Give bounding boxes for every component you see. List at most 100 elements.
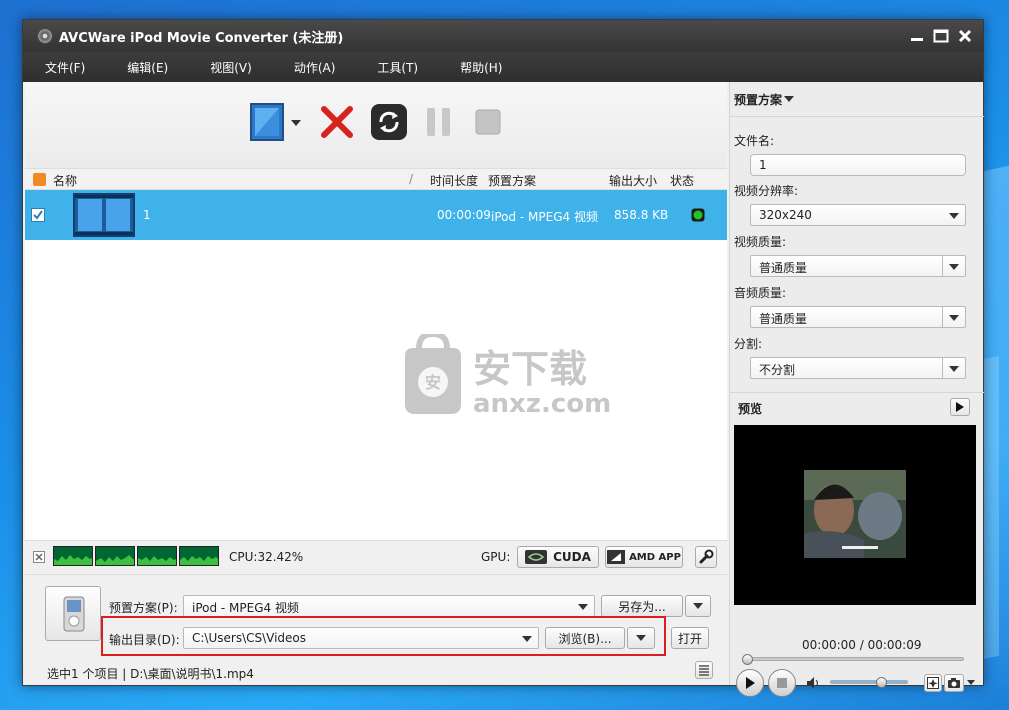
convert-icon	[371, 104, 407, 140]
table-row[interactable]: 1 00:00:09 iPod - MPEG4 视频 858.8 KB	[25, 190, 727, 240]
delete-icon	[321, 106, 353, 138]
cuda-button[interactable]: CUDA	[517, 546, 599, 568]
volume-icon[interactable]	[806, 676, 822, 690]
play-arrow-icon	[956, 402, 964, 412]
snapshot-settings-button[interactable]	[924, 674, 942, 692]
menu-view[interactable]: 视图(V)	[189, 59, 273, 76]
cpu-graph-1	[53, 546, 93, 566]
menu-bar: 文件(F) 编辑(E) 视图(V) 动作(A) 工具(T) 帮助(H)	[23, 52, 983, 82]
save-as-dropdown[interactable]	[685, 595, 711, 617]
gpu-label: GPU:	[481, 550, 511, 564]
menu-file[interactable]: 文件(F)	[23, 59, 106, 76]
filename-input[interactable]: 1	[750, 154, 966, 176]
chevron-down-icon	[949, 213, 959, 219]
chevron-down-icon[interactable]	[967, 680, 975, 686]
menu-help[interactable]: 帮助(H)	[439, 59, 523, 76]
select-all-checkbox[interactable]	[33, 173, 46, 186]
watermark-cn: 安下载	[473, 347, 587, 391]
snapshot-button[interactable]	[944, 674, 964, 692]
panel-title: 预置方案	[734, 92, 783, 107]
pause-icon	[427, 108, 450, 136]
cpu-usage: CPU:32.42%	[229, 550, 304, 564]
main-pane: 名称 / 时间长度 预置方案 输出大小 状态 1 00:00:09 iPod -…	[25, 82, 727, 685]
wrench-icon	[699, 549, 714, 564]
close-icon[interactable]	[955, 26, 975, 46]
amd-label: AMD APP	[629, 551, 681, 563]
video-quality-select[interactable]: 普通质量	[750, 255, 966, 277]
seek-slider[interactable]	[746, 657, 964, 661]
column-duration[interactable]: 时间长度	[430, 172, 478, 189]
device-button[interactable]	[45, 586, 101, 641]
chevron-down-icon	[949, 366, 959, 372]
split-label: 分割:	[734, 337, 763, 351]
video-quality-value: 普通质量	[759, 261, 808, 275]
open-label: 打开	[677, 631, 702, 646]
profile-select[interactable]: iPod - MPEG4 视频	[183, 595, 595, 617]
film-reel-icon	[37, 28, 53, 44]
chevron-down-icon	[949, 315, 959, 321]
expand-preview-button[interactable]	[950, 398, 970, 416]
row-name: 1	[143, 208, 151, 222]
settings-pane: 预置方案 文件名: 1 视频分辨率: 320x240 视频质量: 普通质量 音频…	[729, 82, 984, 697]
image-star-icon	[927, 677, 939, 689]
stop-button[interactable]	[473, 102, 503, 142]
save-as-label: 另存为...	[618, 599, 666, 614]
open-button[interactable]: 打开	[671, 627, 709, 649]
split-select[interactable]: 不分割	[750, 357, 966, 379]
pause-button[interactable]	[423, 102, 455, 142]
volume-handle[interactable]	[876, 677, 888, 688]
collapse-icon[interactable]	[33, 551, 45, 563]
filename-value: 1	[759, 158, 767, 172]
chevron-down-icon	[693, 603, 703, 609]
cuda-label: CUDA	[553, 550, 591, 564]
add-video-button[interactable]	[249, 102, 305, 142]
menu-edit[interactable]: 编辑(E)	[106, 59, 189, 76]
preview-screen	[734, 425, 976, 605]
audio-quality-select[interactable]: 普通质量	[750, 306, 966, 328]
amd-app-button[interactable]: AMD APP	[605, 546, 683, 568]
menu-tools[interactable]: 工具(T)	[356, 59, 439, 76]
list-icon	[699, 665, 709, 676]
camera-icon	[948, 678, 960, 688]
column-profile[interactable]: 预置方案	[488, 172, 536, 189]
caret-down-icon	[784, 96, 795, 102]
profile-panel-header[interactable]: 预置方案	[730, 82, 983, 116]
stop-icon	[475, 109, 501, 135]
amd-icon	[607, 550, 626, 564]
preview-label: 预览	[738, 402, 763, 416]
video-thumbnail	[73, 193, 135, 237]
window-controls	[907, 26, 975, 46]
stop-playback-button[interactable]	[768, 669, 796, 697]
maximize-icon[interactable]	[931, 26, 951, 46]
title-bar[interactable]: AVCWare iPod Movie Converter (未注册)	[23, 20, 983, 52]
video-frame	[804, 470, 906, 558]
column-status[interactable]: 状态	[670, 172, 694, 189]
volume-slider[interactable]	[830, 680, 908, 684]
sort-separator: /	[409, 172, 414, 186]
play-icon	[746, 677, 755, 689]
audio-quality-value: 普通质量	[759, 312, 808, 326]
filename-label: 文件名:	[734, 134, 775, 148]
save-as-button[interactable]: 另存为...	[601, 595, 683, 617]
seek-handle[interactable]	[742, 654, 753, 665]
watermark: 安 安下载 anxz.com	[397, 330, 613, 420]
watermark-en: anxz.com	[473, 389, 611, 419]
play-button[interactable]	[736, 669, 764, 697]
resolution-label: 视频分辨率:	[734, 184, 799, 198]
cpu-graph-2	[95, 546, 135, 566]
settings-button[interactable]	[695, 546, 717, 568]
log-button[interactable]	[695, 661, 713, 679]
row-duration: 00:00:09	[437, 208, 491, 222]
row-checkbox[interactable]	[31, 208, 45, 222]
cpu-graph-3	[137, 546, 177, 566]
column-size[interactable]: 输出大小	[609, 172, 657, 189]
status-text: 选中1 个项目 | D:\桌面\说明书\1.mp4	[47, 667, 254, 681]
resolution-select[interactable]: 320x240	[750, 204, 966, 226]
minimize-icon[interactable]	[907, 26, 927, 46]
delete-button[interactable]	[317, 102, 357, 142]
toolbar	[25, 82, 727, 168]
column-name[interactable]: 名称	[53, 172, 77, 189]
menu-action[interactable]: 动作(A)	[273, 59, 357, 76]
convert-button[interactable]	[369, 102, 409, 142]
resolution-value: 320x240	[759, 208, 812, 222]
